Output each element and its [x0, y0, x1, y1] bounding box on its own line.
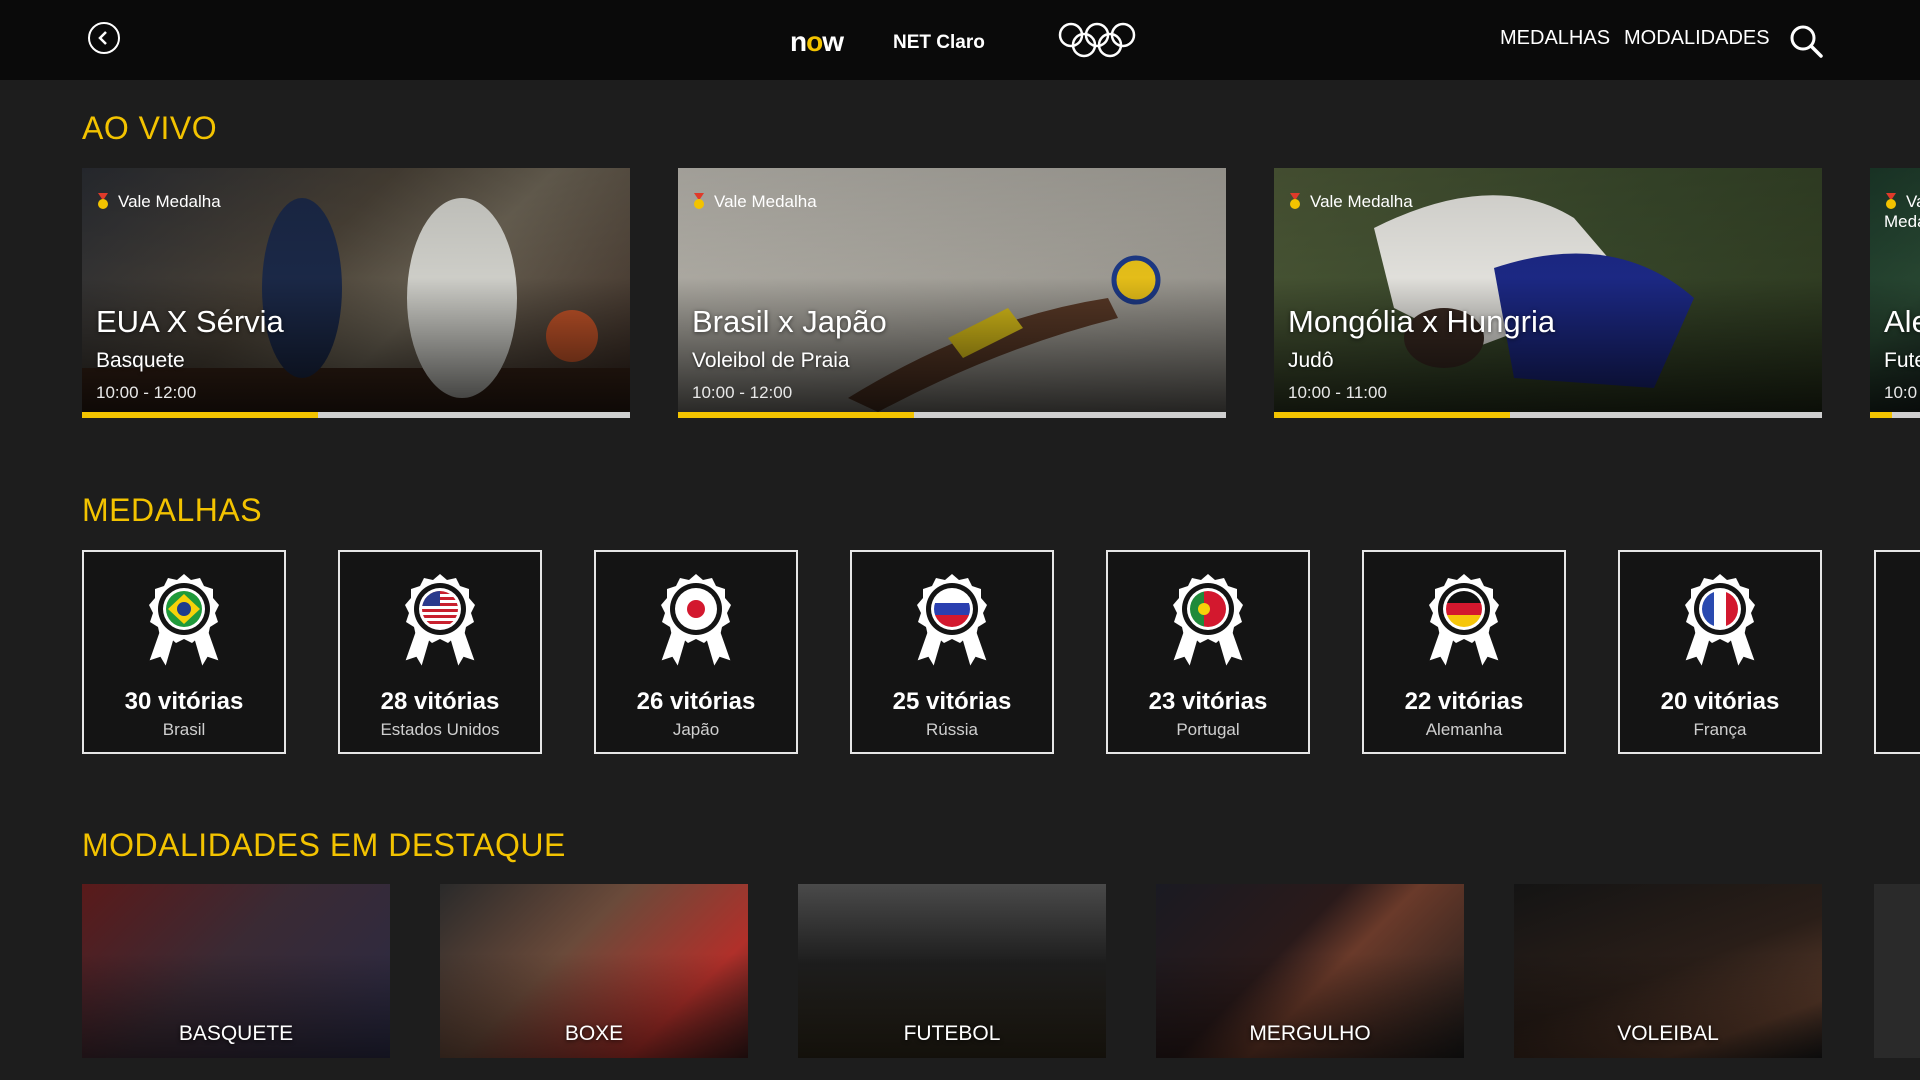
progress-fill — [1274, 412, 1510, 418]
medal-country: Rússia — [926, 720, 978, 739]
medal-badge: Vale Medalha — [96, 192, 221, 212]
nav-modalidades[interactable]: MODALIDADES — [1624, 27, 1770, 50]
rosette-brazil-flag-icon — [146, 574, 222, 671]
live-card-title: EUA X Sérvia — [96, 304, 284, 339]
rosette-france-flag-icon — [1682, 574, 1758, 671]
live-card-time: 10:00 - 11:00 — [1288, 383, 1387, 402]
medal-card-portugal[interactable]: 23 vitórias Portugal — [1106, 550, 1310, 754]
medals-section-title: MEDALHAS — [82, 492, 263, 528]
medal-country: Alemanha — [1425, 720, 1503, 739]
medal-badge-label: Vale Medalha — [1310, 192, 1413, 211]
live-section-title: AO VIVO — [82, 110, 218, 146]
live-card-time: 10:00 - 12:00 — [692, 383, 793, 402]
chevron-left-icon — [98, 31, 107, 45]
medal-icon — [1290, 193, 1300, 209]
live-card-sport: Voleibol de Praia — [692, 349, 850, 372]
progress-bar — [1274, 412, 1822, 418]
sport-label: MERGULHO — [1249, 1022, 1371, 1045]
rosette-portugal-flag-icon — [1170, 574, 1246, 671]
medal-count: 20 vitórias — [1660, 688, 1780, 715]
medal-count: 28 vitórias — [380, 688, 500, 715]
medal-icon — [694, 193, 704, 209]
medal-count: 22 vitórias — [1404, 688, 1524, 715]
top-bar: now NET Claro MEDALHAS MODALIDADES — [0, 0, 1920, 80]
live-card[interactable]: Vale Medalha Mongólia x Hungria Judô 10:… — [1274, 168, 1822, 418]
sport-tile-basquete[interactable]: BASQUETE — [82, 884, 390, 1058]
medal-country: França — [1693, 720, 1747, 739]
medal-country: Japão — [672, 720, 720, 739]
live-card-title: Ale — [1884, 304, 1920, 339]
medal-count: 23 vitórias — [1148, 688, 1268, 715]
medal-card-russia[interactable]: 25 vitórias Rússia — [850, 550, 1054, 754]
live-card-sport: Judô — [1288, 349, 1334, 372]
progress-fill — [1870, 412, 1892, 418]
live-card[interactable]: Vale Medalha EUA X Sérvia Basquete 10:00… — [82, 168, 630, 418]
medal-count: 26 vitórias — [636, 688, 756, 715]
medal-card-franca[interactable]: 20 vitórias França — [1618, 550, 1822, 754]
progress-fill — [82, 412, 318, 418]
medal-country: Brasil — [162, 720, 206, 739]
medal-country: Estados Unidos — [380, 720, 500, 739]
medal-badge: Vale Medalha — [692, 192, 817, 212]
sport-tile-futebol[interactable]: FUTEBOL — [798, 884, 1106, 1058]
sport-tile-partial[interactable] — [1874, 884, 1920, 1058]
medal-card-brasil[interactable]: 30 vitórias Brasil — [82, 550, 286, 754]
sport-thumbnail — [1874, 884, 1920, 1058]
olympic-rings-icon — [1058, 22, 1136, 58]
live-card[interactable]: Vale Medalha Brasil x Japão Voleibol de … — [678, 168, 1226, 418]
medal-badge-label: Vale Medalha — [118, 192, 221, 211]
progress-bar — [1870, 412, 1920, 418]
progress-fill — [678, 412, 914, 418]
medal-card-alemanha[interactable]: 22 vitórias Alemanha — [1362, 550, 1566, 754]
medal-count: 30 vitórias — [124, 688, 244, 715]
live-card-time: 10:0 — [1884, 383, 1918, 402]
rosette-russia-flag-icon — [914, 574, 990, 671]
sport-tile-voleibal[interactable]: VOLEIBAL — [1514, 884, 1822, 1058]
medal-card-estados-unidos[interactable]: 28 vitórias Estados Unidos — [338, 550, 542, 754]
back-button[interactable] — [88, 22, 120, 54]
sport-tile-mergulho[interactable]: MERGULHO — [1156, 884, 1464, 1058]
now-logo: now — [790, 26, 844, 57]
sport-tile-boxe[interactable]: BOXE — [440, 884, 748, 1058]
progress-bar — [82, 412, 630, 418]
rosette-usa-flag-icon — [402, 574, 478, 671]
medal-badge: Vale Medalha — [1288, 192, 1413, 212]
medal-badge: Vale Medalha — [1884, 192, 1920, 232]
live-card-title: Mongólia x Hungria — [1288, 304, 1556, 339]
rosette-japan-flag-icon — [658, 574, 734, 671]
nav-medalhas[interactable]: MEDALHAS — [1500, 27, 1610, 50]
rosette-germany-flag-icon — [1426, 574, 1502, 671]
medal-card-partial[interactable] — [1874, 550, 1920, 754]
live-card-sport: Basquete — [96, 349, 185, 372]
sport-label: BOXE — [564, 1022, 624, 1045]
sport-label: BASQUETE — [178, 1022, 294, 1045]
sports-section-title: MODALIDADES EM DESTAQUE — [82, 827, 566, 863]
live-card-sport: Fute — [1884, 349, 1920, 372]
net-claro-logo: NET Claro — [893, 32, 985, 53]
sport-label: FUTEBOL — [903, 1022, 1001, 1045]
medal-icon — [1886, 193, 1896, 209]
sport-label: VOLEIBAL — [1617, 1022, 1719, 1045]
medal-count: 25 vitórias — [892, 688, 1012, 715]
medal-card-japao[interactable]: 26 vitórias Japão — [594, 550, 798, 754]
live-card-title: Brasil x Japão — [692, 304, 887, 339]
medal-icon — [98, 193, 108, 209]
search-icon[interactable] — [1789, 24, 1823, 58]
live-card-time: 10:00 - 12:00 — [96, 383, 197, 402]
live-card[interactable]: Vale Medalha Ale Fute 10:0 — [1870, 168, 1920, 418]
progress-bar — [678, 412, 1226, 418]
medal-country: Portugal — [1176, 720, 1240, 739]
medal-badge-label: Vale Medalha — [714, 192, 817, 211]
